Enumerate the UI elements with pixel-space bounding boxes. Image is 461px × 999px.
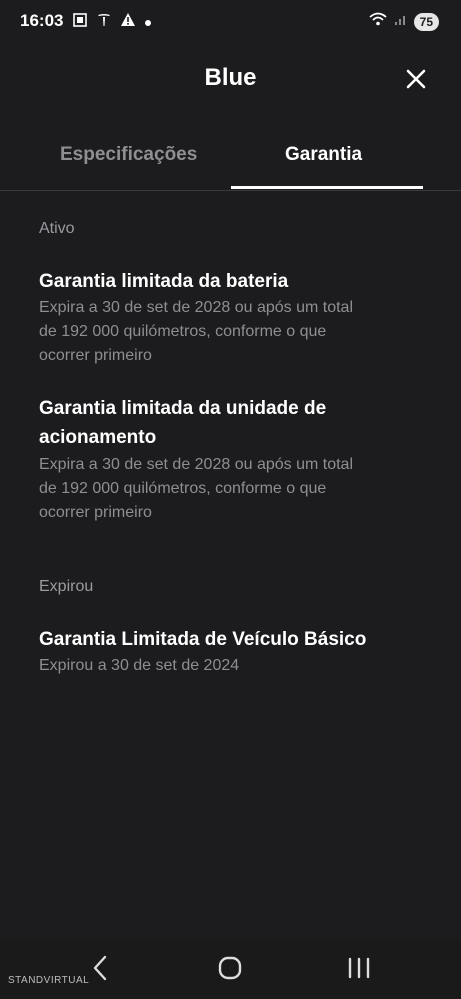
section-label-active: Ativo <box>39 220 75 237</box>
item-title-line: Garantia limitada da unidade de <box>39 398 327 419</box>
warning-icon <box>120 12 136 33</box>
item-desc-line: ocorrer primeiro <box>39 347 152 364</box>
watermark: STANDVIRTUAL <box>8 975 90 986</box>
back-button[interactable] <box>90 954 110 987</box>
item-title: Garantia limitada da bateria <box>39 271 289 292</box>
dot-icon <box>144 14 152 32</box>
back-icon <box>93 955 107 981</box>
section-label-expired: Expirou <box>39 578 94 595</box>
item-desc-line: de 192 000 quilómetros, conforme o que <box>39 323 327 340</box>
close-button[interactable] <box>401 64 431 94</box>
item-title-line: acionamento <box>39 427 157 448</box>
screenshot-icon <box>72 12 88 33</box>
tab-garantia[interactable]: Garantia <box>285 144 362 166</box>
home-icon <box>218 956 242 980</box>
home-button[interactable] <box>217 954 243 987</box>
item-desc-line: Expirou a 30 de set de 2024 <box>39 657 240 674</box>
active-tab-indicator <box>231 186 423 189</box>
tab-bar: Especificações Garantia <box>0 132 461 191</box>
header: Blue <box>0 50 461 108</box>
system-nav-bar <box>0 938 461 999</box>
recents-icon <box>348 957 370 979</box>
item-desc-line: ocorrer primeiro <box>39 504 152 521</box>
item-desc-line: Expira a 30 de set de 2028 ou após um to… <box>39 456 353 473</box>
item-title: Garantia Limitada de Veículo Básico <box>39 629 367 650</box>
system-icons: 75 <box>368 11 439 32</box>
wifi-icon <box>368 11 388 32</box>
recents-button[interactable] <box>346 954 372 987</box>
tab-especificacoes[interactable]: Especificações <box>60 144 197 166</box>
item-desc-line: Expira a 30 de set de 2028 ou após um to… <box>39 299 353 316</box>
notification-icons <box>72 12 152 33</box>
tesla-icon <box>96 12 112 33</box>
status-time: 16:03 <box>20 11 64 30</box>
battery-indicator: 75 <box>413 12 439 31</box>
item-desc-line: de 192 000 quilómetros, conforme o que <box>39 480 327 497</box>
signal-icon <box>394 11 408 32</box>
close-icon <box>406 69 426 89</box>
status-bar: 16:03 75 <box>0 0 461 44</box>
page-title: Blue <box>204 64 257 91</box>
